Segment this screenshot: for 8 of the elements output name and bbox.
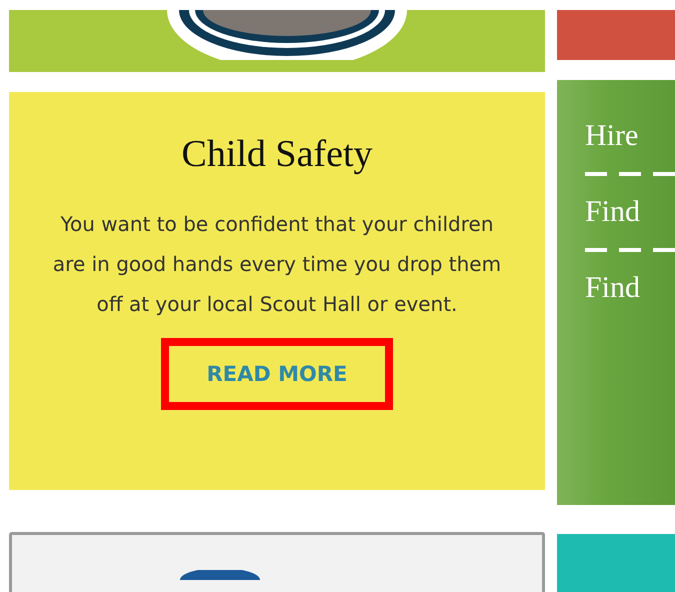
card-text: You want to be confident that your children are in good hands every time you drop them off at your local Scout Hall or event.: [52, 211, 502, 318]
badge-icon: [180, 570, 260, 580]
badge-icon: [167, 10, 407, 60]
side-link[interactable]: Find: [585, 270, 675, 306]
card-title: Child Safety: [181, 132, 373, 176]
side-link[interactable]: Find: [585, 194, 675, 230]
side-link[interactable]: Hire: [585, 118, 675, 154]
read-more-link[interactable]: READ MORE: [161, 338, 393, 410]
